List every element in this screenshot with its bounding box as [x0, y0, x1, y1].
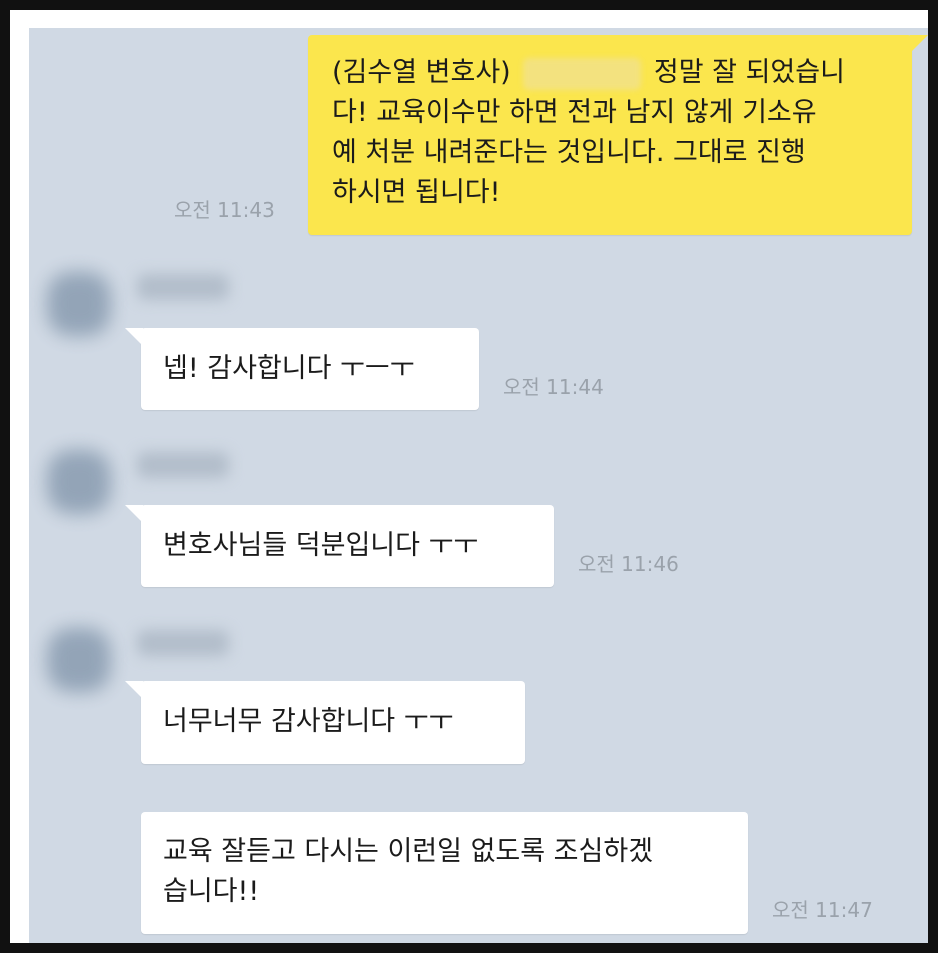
message-time: 오전 11:44 [503, 375, 604, 399]
redacted-name [523, 57, 642, 90]
bubble-tail [125, 681, 143, 699]
my-message-bubble[interactable]: (김수열 변호사) 정말 잘 되었습니 다! 교육이수만 하면 전과 남지 않게… [308, 35, 928, 235]
avatar[interactable] [47, 272, 111, 336]
message-text: 넵! 감사합니다 ㅜㅡㅜ [163, 353, 415, 384]
bubble-tail [910, 35, 928, 53]
message-line: 예 처분 내려준다는 것입니다. 그대로 진행 [332, 137, 806, 168]
message-line: (김수열 변호사) [332, 57, 511, 88]
message-text: 너무너무 감사합니다 ㅜㅜ [163, 706, 454, 737]
message-time: 오전 11:47 [772, 898, 873, 922]
message-text: 교육 잘듣고 다시는 이런일 없도록 조심하겠 습니다!! [163, 832, 653, 912]
received-message-bubble[interactable]: 교육 잘듣고 다시는 이런일 없도록 조심하겠 습니다!! [141, 812, 748, 934]
bubble-tail [125, 505, 143, 523]
received-message-bubble[interactable]: 넵! 감사합니다 ㅜㅡㅜ [125, 328, 479, 410]
message-line: 다! 교육이수만 하면 전과 남지 않게 기소유 [332, 97, 817, 128]
avatar[interactable] [47, 628, 111, 692]
message-time: 오전 11:43 [174, 198, 275, 222]
bubble-tail [125, 328, 143, 346]
avatar[interactable] [47, 450, 111, 514]
sender-name [137, 274, 229, 300]
sender-name [137, 452, 229, 478]
message-line: 하시면 됩니다! [332, 177, 501, 208]
screenshot-frame: 오전 11:43 (김수열 변호사) 정말 잘 되었습니 다! 교육이수만 하면… [10, 10, 928, 943]
message-text: 변호사님들 덕분입니다 ㅜㅜ [163, 530, 479, 561]
sender-name [137, 630, 229, 656]
message-line: 정말 잘 되었습니 [653, 57, 845, 88]
received-message-bubble[interactable]: 변호사님들 덕분입니다 ㅜㅜ [125, 505, 554, 587]
message-time: 오전 11:46 [578, 552, 679, 576]
message-text: (김수열 변호사) 정말 잘 되었습니 다! 교육이수만 하면 전과 남지 않게… [332, 53, 902, 213]
received-message-bubble[interactable]: 너무너무 감사합니다 ㅜㅜ [125, 681, 525, 764]
message-line: 습니다!! [163, 876, 260, 907]
message-line: 교육 잘듣고 다시는 이런일 없도록 조심하겠 [163, 836, 654, 867]
chat-area[interactable]: 오전 11:43 (김수열 변호사) 정말 잘 되었습니 다! 교육이수만 하면… [29, 28, 928, 943]
